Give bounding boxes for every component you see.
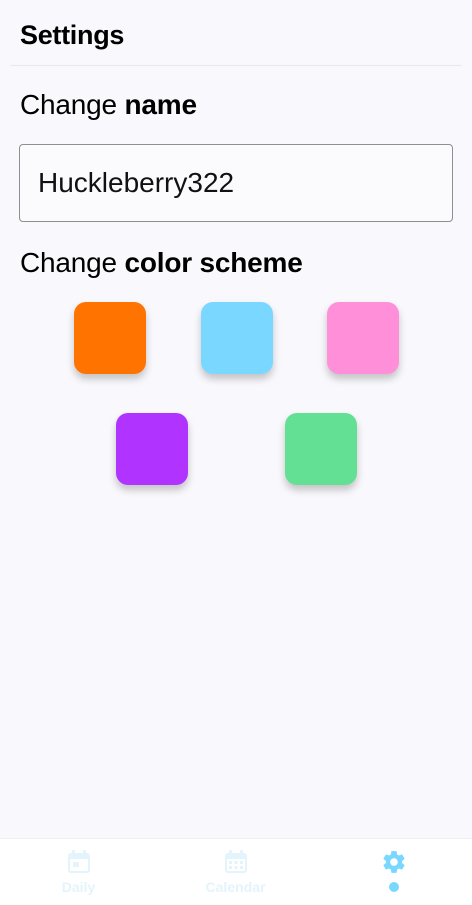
tab-daily-label: Daily xyxy=(61,879,96,895)
page-title: Settings xyxy=(20,20,125,50)
color-swatch-purple[interactable] xyxy=(116,413,188,485)
tab-calendar-label: Calendar xyxy=(205,879,266,895)
change-name-label-strong: name xyxy=(124,89,197,120)
calendar-day-icon xyxy=(66,849,92,875)
color-swatch-green[interactable] xyxy=(285,413,357,485)
bottom-tab-bar: Daily Calendar xyxy=(0,838,472,905)
header-divider xyxy=(10,65,462,66)
change-color-label-strong: color scheme xyxy=(124,247,303,278)
header: Settings xyxy=(0,0,472,66)
change-color-label-prefix: Change xyxy=(20,247,125,278)
name-input[interactable] xyxy=(19,144,453,222)
tab-settings[interactable] xyxy=(315,839,472,905)
active-tab-indicator xyxy=(388,882,399,892)
change-name-label-prefix: Change xyxy=(20,89,125,120)
tab-calendar[interactable]: Calendar xyxy=(157,839,314,905)
color-swatch-orange[interactable] xyxy=(74,302,146,374)
gear-icon xyxy=(381,849,407,875)
change-name-label: Change name xyxy=(20,89,197,121)
change-color-scheme-label: Change color scheme xyxy=(20,247,303,279)
color-swatch-light-blue[interactable] xyxy=(201,302,273,374)
calendar-grid-icon xyxy=(223,849,249,875)
color-swatch-pink[interactable] xyxy=(327,302,399,374)
tab-daily[interactable]: Daily xyxy=(0,839,157,905)
